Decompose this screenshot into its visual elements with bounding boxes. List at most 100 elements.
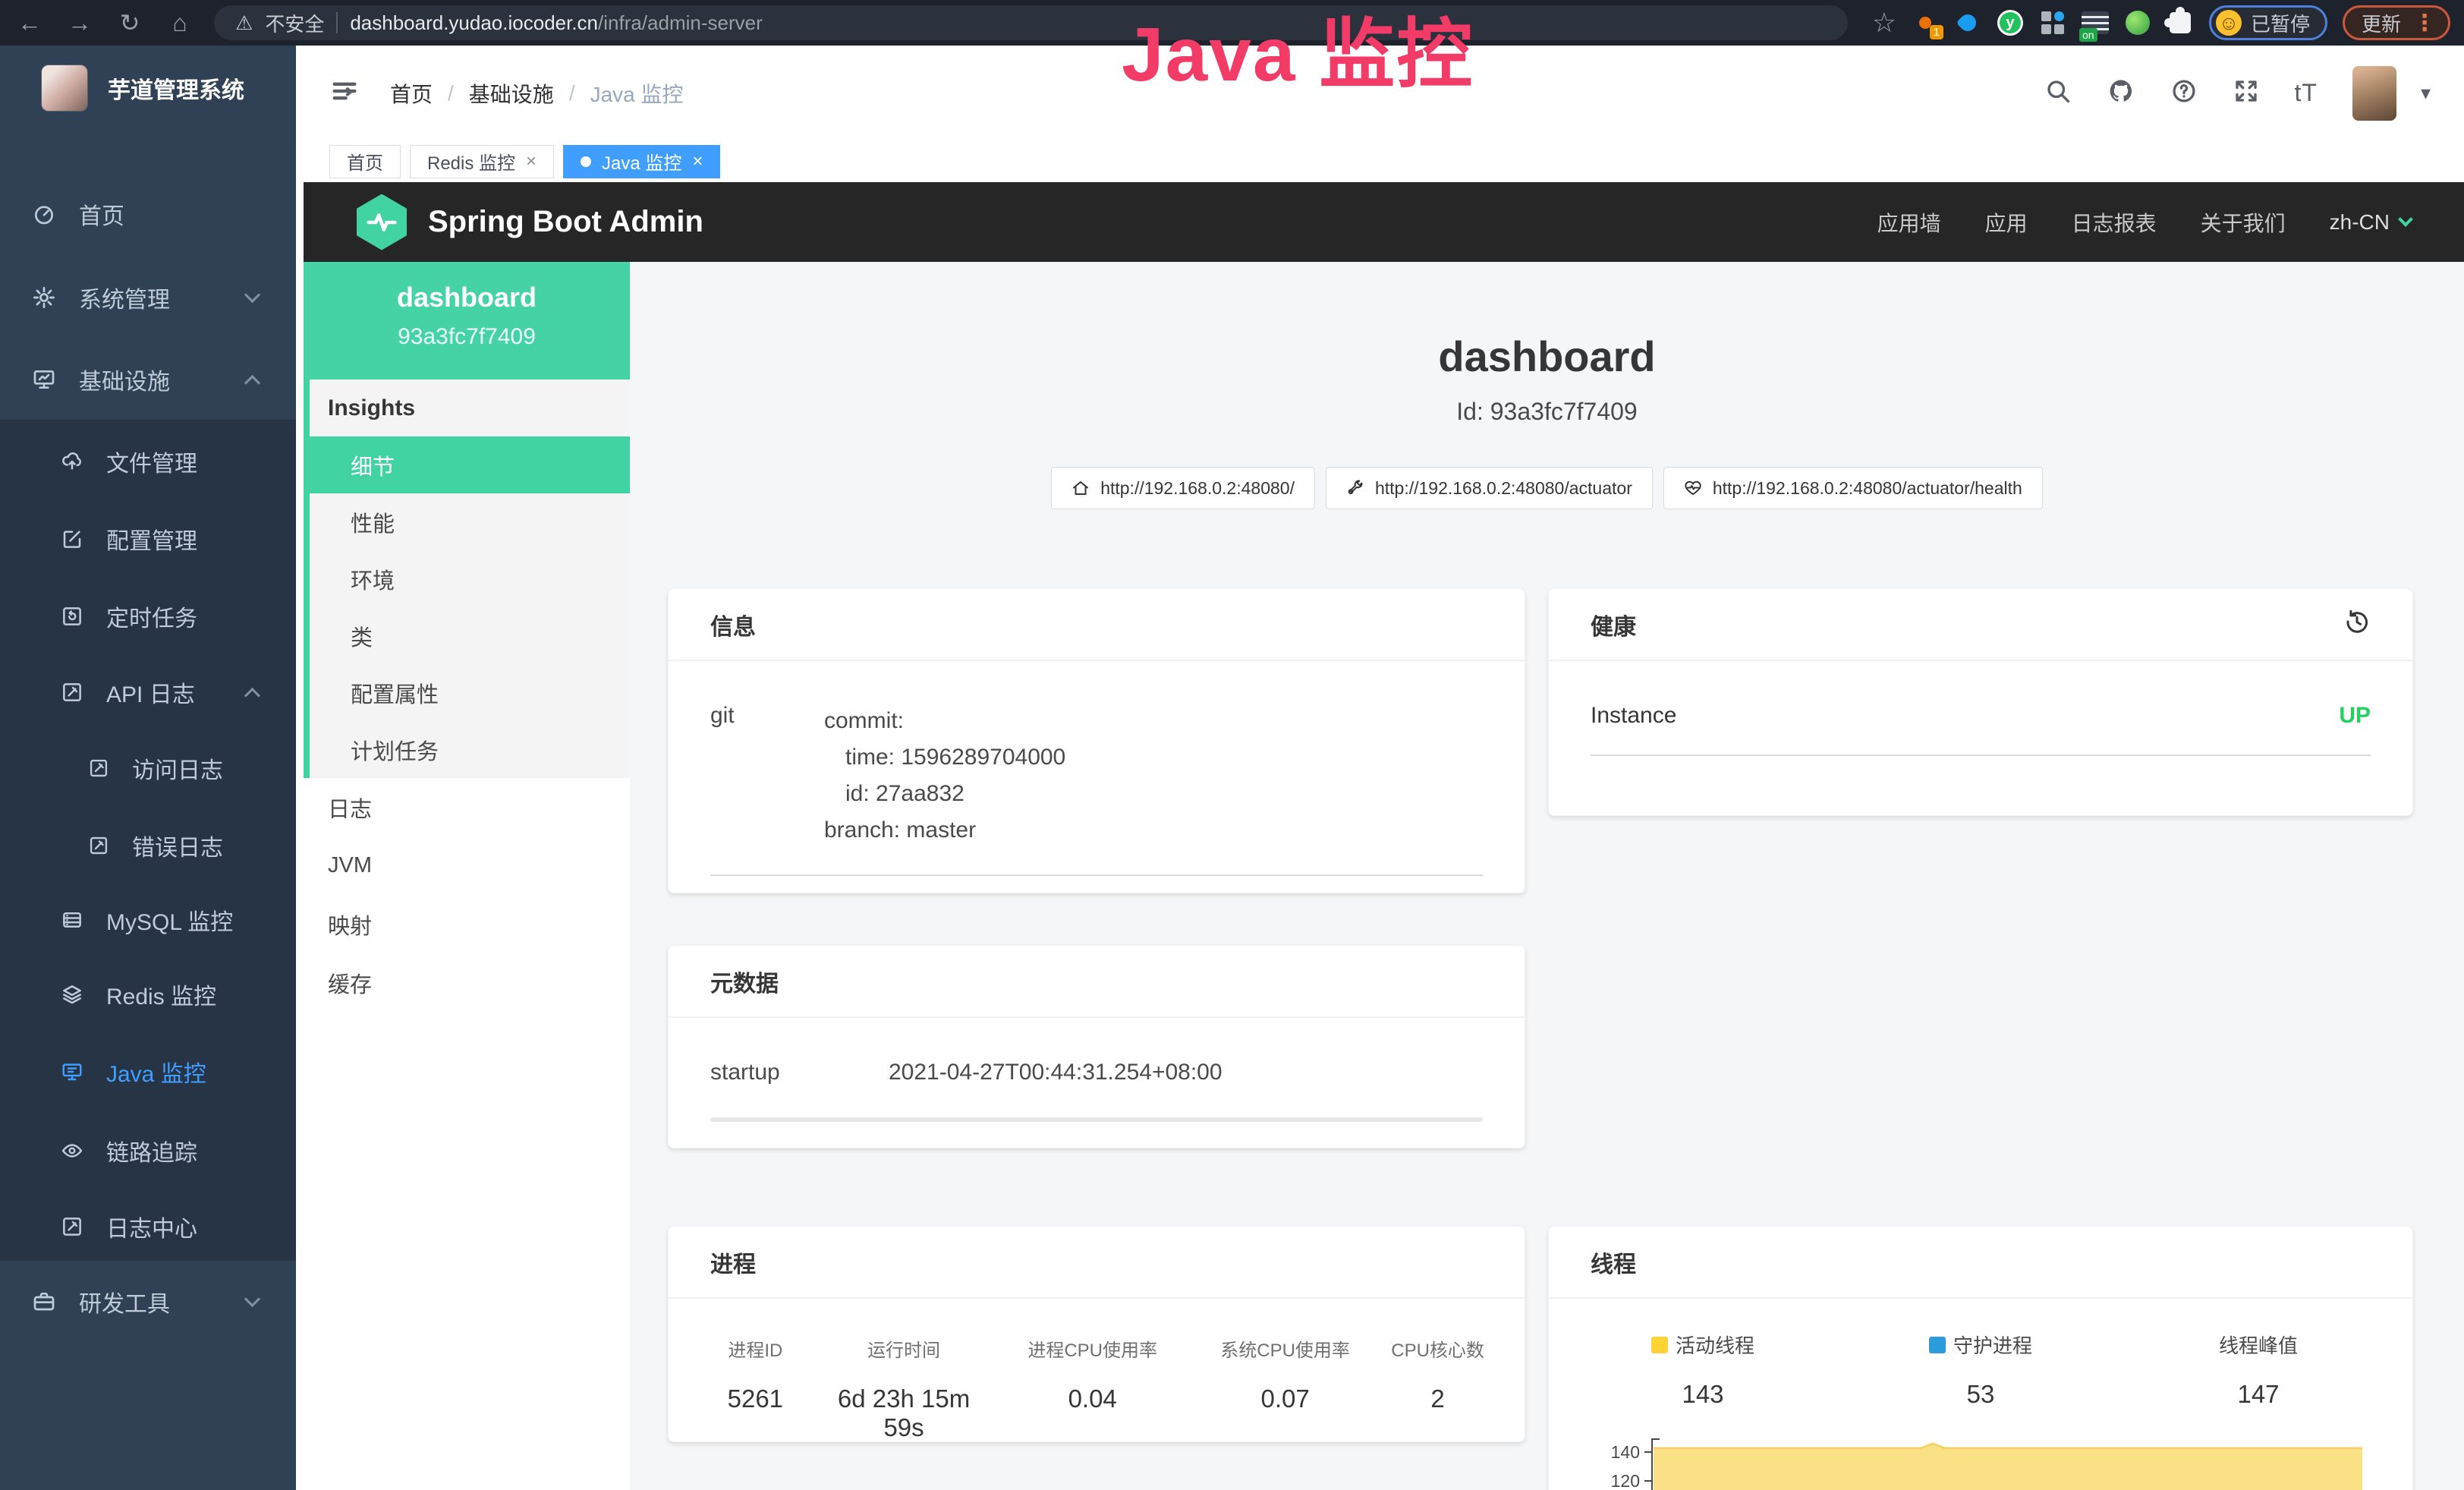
search-icon[interactable]: [2044, 77, 2072, 109]
sba-item-mappings[interactable]: 映射: [304, 895, 630, 953]
sidebar-item-config-mgmt[interactable]: 配置管理: [0, 505, 296, 573]
sba-nav-applications[interactable]: 应用: [1985, 207, 2028, 238]
sba-brand-title[interactable]: Spring Boot Admin: [428, 205, 703, 239]
font-size-icon[interactable]: tT: [2295, 79, 2318, 107]
sba-nav-wallboard[interactable]: 应用墙: [1877, 207, 1941, 238]
sba-item-caches[interactable]: 缓存: [304, 953, 630, 1012]
extension-green-y-icon[interactable]: y: [1997, 9, 2024, 36]
sidebar-item-api-logs[interactable]: API 日志: [0, 658, 296, 726]
info-value: commit: time: 1596289704000 id: 27aa832 …: [824, 703, 1065, 849]
screen: ← → ↻ ⌂ ⚠ 不安全 dashboard.yudao.iocoder.cn…: [0, 0, 2464, 1490]
sidebar-item-access-logs[interactable]: 访问日志: [0, 734, 296, 802]
legend-daemon-threads: 守护进程 53: [1842, 1331, 2119, 1409]
chrome-update-button[interactable]: 更新 ⋮: [2343, 5, 2450, 40]
health-url-button[interactable]: http://192.168.0.2:48080/actuator/health: [1663, 467, 2043, 509]
sidebar-item-label: 基础设施: [79, 363, 170, 396]
sba-item-environment[interactable]: 环境: [310, 550, 630, 607]
extension-count-badge: 1: [1930, 25, 1943, 39]
log-edit-icon: [88, 758, 109, 779]
sba-nav-journal[interactable]: 日志报表: [2072, 207, 2157, 238]
history-icon[interactable]: [2343, 608, 2371, 641]
profile-paused-badge[interactable]: ☺ 已暂停: [2209, 5, 2327, 40]
sidebar-item-scheduled-jobs[interactable]: 定时任务: [0, 582, 296, 650]
not-secure-warning-icon: ⚠: [235, 11, 253, 35]
avatar-caret-icon[interactable]: ▾: [2421, 81, 2431, 105]
sba-item-config-props[interactable]: 配置属性: [310, 664, 630, 721]
sba-item-logs[interactable]: 日志: [304, 778, 630, 836]
briefcase-icon: [32, 1290, 56, 1314]
close-icon[interactable]: ×: [526, 151, 537, 172]
browser-menu-kebab-icon[interactable]: ⋮: [2413, 10, 2436, 36]
extension-grid-icon[interactable]: [2039, 9, 2066, 36]
forward-icon[interactable]: →: [64, 0, 96, 46]
sba-nav-about[interactable]: 关于我们: [2201, 207, 2286, 238]
sba-item-classes[interactable]: 类: [310, 607, 630, 664]
sidebar-item-dev-tools[interactable]: 研发工具: [0, 1268, 296, 1336]
home-icon[interactable]: ⌂: [164, 0, 196, 46]
sba-item-metrics[interactable]: 性能: [310, 493, 630, 550]
breadcrumb-home[interactable]: 首页: [390, 78, 433, 109]
health-instance-row[interactable]: Instance UP: [1591, 703, 2371, 729]
instance-links: http://192.168.0.2:48080/ http://192.168…: [630, 467, 2464, 509]
sba-header: Spring Boot Admin 应用墙 应用 日志报表 关于我们 zh-CN: [304, 182, 2464, 262]
user-avatar[interactable]: [2352, 66, 2396, 121]
sidebar-item-java-monitor[interactable]: Java 监控: [0, 1038, 296, 1106]
bookmark-star-icon[interactable]: ☆: [1872, 7, 1896, 39]
sidebar-item-error-logs[interactable]: 错误日志: [0, 811, 296, 880]
home-icon: [1072, 479, 1090, 497]
sidebar-item-trace[interactable]: 链路追踪: [0, 1117, 296, 1185]
metadata-card-header: 元数据: [669, 946, 1525, 1018]
tab-label: 首页: [347, 148, 383, 175]
sba-nav: 应用墙 应用 日志报表 关于我们 zh-CN: [1877, 207, 2411, 238]
sba-item-scheduled-tasks[interactable]: 计划任务: [310, 721, 630, 778]
sidebar-item-label: 链路追踪: [106, 1134, 197, 1167]
sba-item-details[interactable]: 细节: [310, 436, 630, 493]
back-icon[interactable]: ←: [14, 0, 46, 46]
github-icon[interactable]: [2107, 77, 2135, 109]
sba-item-jvm[interactable]: JVM: [304, 836, 630, 895]
breadcrumb-infrastructure[interactable]: 基础设施: [469, 78, 554, 109]
sba-instance-header[interactable]: dashboard 93a3fc7f7409: [304, 262, 630, 380]
fullscreen-icon[interactable]: [2233, 77, 2260, 109]
actuator-url-button[interactable]: http://192.168.0.2:48080/actuator: [1326, 467, 1653, 509]
tab-home[interactable]: 首页: [329, 145, 401, 178]
instance-name: dashboard: [304, 282, 630, 313]
card-title: 元数据: [710, 965, 779, 998]
sba-locale-select[interactable]: zh-CN: [2330, 210, 2411, 235]
sidebar-item-label: 错误日志: [132, 829, 223, 862]
service-url: http://192.168.0.2:48080/: [1100, 478, 1295, 499]
tab-redis-monitor[interactable]: Redis 监控 ×: [410, 145, 554, 178]
sidebar-item-system-mgmt[interactable]: 系统管理: [0, 263, 296, 332]
extension-leaf-icon[interactable]: [2124, 9, 2151, 36]
sidebar-item-home[interactable]: 首页: [0, 180, 296, 248]
reload-icon[interactable]: ↻: [114, 0, 146, 46]
card-title: 线程: [1591, 1246, 1636, 1279]
sidebar-item-label: 首页: [79, 197, 124, 231]
close-icon[interactable]: ×: [692, 151, 703, 172]
sidebar-item-log-center[interactable]: 日志中心: [0, 1192, 296, 1261]
card-title: 健康: [1591, 608, 1636, 641]
sba-insights-group: Insights 细节 性能 环境 类 配置属性 计划任务: [304, 380, 630, 778]
extension-pin-icon[interactable]: [1954, 9, 1981, 36]
breadcrumb: 首页 / 基础设施 / Java 监控: [390, 78, 684, 109]
extensions-puzzle-icon[interactable]: [2167, 9, 2194, 36]
service-url-button[interactable]: http://192.168.0.2:48080/: [1051, 467, 1315, 509]
app-sidebar: 芋道管理系统 首页 系统管理 基础设施 文件管理 配置管理 定时任务: [0, 46, 296, 1490]
chevron-down-icon: [244, 1290, 260, 1306]
tab-java-monitor[interactable]: Java 监控 ×: [563, 145, 720, 178]
help-icon[interactable]: [2170, 77, 2198, 109]
history-square-icon: [61, 605, 83, 628]
instance-id: 93a3fc7f7409: [304, 324, 630, 350]
sidebar-item-mysql-monitor[interactable]: MySQL 监控: [0, 886, 296, 954]
hamburger-icon[interactable]: [329, 76, 360, 110]
paused-label: 已暂停: [2251, 9, 2310, 37]
log-edit-icon: [61, 681, 83, 704]
sba-main: dashboard Id: 93a3fc7f7409 http://192.16…: [630, 262, 2464, 1490]
process-col-header: 进程CPU使用率: [992, 1335, 1193, 1362]
extension-colorzilla-icon[interactable]: 1: [1912, 9, 1939, 36]
sidebar-item-file-mgmt[interactable]: 文件管理: [0, 427, 296, 496]
address-bar[interactable]: ⚠ 不安全 dashboard.yudao.iocoder.cn/infra/a…: [214, 5, 1848, 40]
extension-list-on-icon[interactable]: on: [2082, 9, 2109, 36]
sidebar-item-infrastructure[interactable]: 基础设施: [0, 345, 296, 414]
sidebar-item-redis-monitor[interactable]: Redis 监控: [0, 960, 296, 1029]
